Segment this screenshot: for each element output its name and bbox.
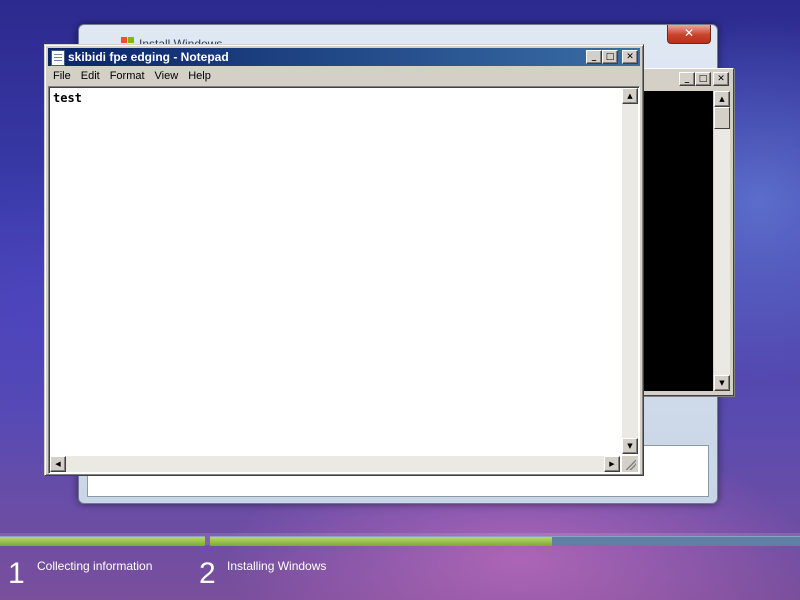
notepad-menubar: File Edit Format View Help — [48, 67, 640, 85]
notepad-vertical-scrollbar[interactable]: ▲ ▼ — [622, 88, 638, 454]
menu-format[interactable]: Format — [105, 67, 150, 85]
setup-progress-strip — [0, 533, 800, 546]
notepad-window: skibidi fpe edging - Notepad _ □ ✕ File E… — [44, 44, 644, 476]
console-scroll-thumb[interactable] — [714, 107, 730, 129]
menu-view[interactable]: View — [150, 67, 184, 85]
notepad-minimize-button[interactable]: _ — [586, 50, 602, 64]
stage-2-label: Installing Windows — [227, 559, 327, 573]
notepad-maximize-button[interactable]: □ — [602, 50, 618, 64]
notepad-text-area[interactable]: test ▲ ▼ ◀ ▶ — [48, 86, 640, 474]
stage-1-number: 1 — [8, 557, 25, 590]
stage-1-label: Collecting information — [37, 559, 153, 573]
notepad-horizontal-scrollbar[interactable]: ◀ ▶ — [50, 456, 620, 472]
scroll-up-arrow-icon[interactable]: ▲ — [622, 88, 638, 104]
scroll-down-arrow-icon[interactable]: ▼ — [714, 375, 730, 391]
console-titlebar[interactable]: _ □ ✕ — [641, 69, 733, 89]
notepad-titlebar[interactable]: skibidi fpe edging - Notepad _ □ ✕ — [48, 48, 640, 66]
stage-1-progress-fill — [0, 537, 205, 546]
stage-2-number: 2 — [199, 557, 216, 590]
resize-grip-icon[interactable] — [622, 456, 638, 472]
console-window: _ □ ✕ ▲ ▼ — [640, 68, 734, 396]
notepad-title: skibidi fpe edging - Notepad — [68, 50, 229, 64]
menu-help[interactable]: Help — [183, 67, 216, 85]
console-output-area[interactable] — [643, 91, 713, 391]
stage-2-progress-bar — [210, 536, 800, 546]
console-minimize-button[interactable]: _ — [679, 72, 695, 86]
console-vertical-scrollbar[interactable]: ▲ ▼ — [714, 91, 730, 391]
stage-2-progress-fill — [210, 537, 553, 546]
notepad-icon — [51, 50, 65, 66]
scroll-up-arrow-icon[interactable]: ▲ — [714, 91, 730, 107]
menu-edit[interactable]: Edit — [76, 67, 105, 85]
notepad-document-text[interactable]: test — [53, 91, 619, 453]
notepad-close-button[interactable]: ✕ — [622, 50, 638, 64]
stage-1-progress-bar — [0, 536, 205, 546]
console-maximize-button[interactable]: □ — [695, 72, 711, 86]
scroll-left-arrow-icon[interactable]: ◀ — [50, 456, 66, 472]
install-close-button[interactable]: ✕ — [667, 25, 711, 44]
scroll-down-arrow-icon[interactable]: ▼ — [622, 438, 638, 454]
scroll-right-arrow-icon[interactable]: ▶ — [604, 456, 620, 472]
menu-file[interactable]: File — [48, 67, 76, 85]
console-close-button[interactable]: ✕ — [713, 72, 729, 86]
